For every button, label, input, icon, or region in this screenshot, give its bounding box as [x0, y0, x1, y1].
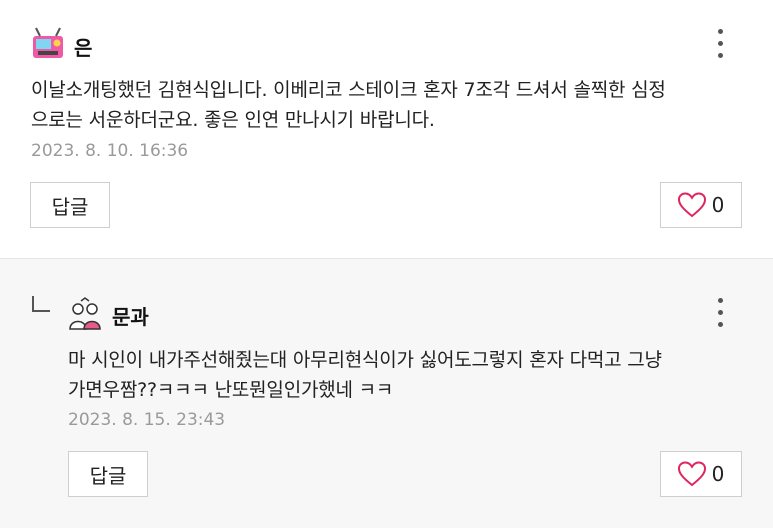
- reply-arrow-icon: [32, 296, 50, 312]
- comment-date: 2023. 8. 10. 16:36: [31, 141, 189, 161]
- author-name[interactable]: 문과: [112, 301, 149, 330]
- comment-date: 2023. 8. 15. 23:43: [68, 410, 226, 430]
- more-options-button[interactable]: [710, 296, 730, 332]
- comment-text-line: 이날소개팅했던 김현식입니다. 이베리코 스테이크 혼자 7조각 드셔서 솔찍한…: [31, 79, 666, 101]
- people-icon: [69, 297, 101, 330]
- comment-text-line: 으로는 서운하더군요. 좋은 인연 만나시기 바랍니다.: [31, 109, 435, 131]
- comment-text-line: 가면우짬??ㅋㅋㅋ 난또뭔일인가했네 ㅋㅋ: [68, 379, 394, 401]
- reply-button[interactable]: 답글: [30, 182, 110, 228]
- radio-icon: [33, 27, 63, 58]
- author-name[interactable]: 은: [74, 32, 92, 61]
- like-count: 0: [711, 193, 725, 217]
- heart-icon: [677, 461, 706, 487]
- more-options-button[interactable]: [710, 27, 730, 63]
- like-button[interactable]: 0: [660, 451, 742, 497]
- comment: 은 이날소개팅했던 김현식입니다. 이베리코 스테이크 혼자 7조각 드셔서 솔…: [0, 0, 773, 258]
- comment-text-line: 마 시인이 내가주선해줬는대 아무리현식이가 싫어도그렇지 혼자 다먹고 그냥: [68, 349, 662, 371]
- like-button[interactable]: 0: [660, 182, 742, 228]
- heart-icon: [677, 192, 706, 218]
- reply-button[interactable]: 답글: [68, 451, 148, 497]
- like-count: 0: [711, 462, 725, 486]
- reply-comment: 문과 마 시인이 내가주선해줬는대 아무리현식이가 싫어도그렇지 혼자 다먹고 …: [0, 258, 773, 528]
